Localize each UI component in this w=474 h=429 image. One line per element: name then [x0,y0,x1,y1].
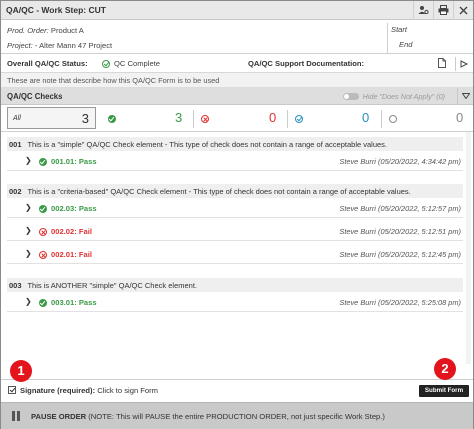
qa-checks-header: QA/QC Checks Hide "Does Not Apply" (0) [1,88,473,105]
check-item-signoff: Steve Burri (05/20/2022, 5:12:57 pm) [339,204,461,213]
check-group-text: This is a "criteria-based" QA/QC Check e… [27,187,411,196]
pass-status-icon [39,157,47,166]
check-item-signoff: Steve Burri (05/20/2022, 4:34:42 pm) [339,157,461,166]
counts-divider [193,110,194,128]
check-group-number: 003 [9,281,22,290]
check-item[interactable]: ❯ 001.01: Pass Steve Burri (05/20/2022, … [7,152,463,171]
check-item[interactable]: ❯ 002.02: Fail Steve Burri (05/20/2022, … [7,222,463,241]
check-group-header: 001 This is a "simple" QA/QC Check eleme… [7,137,463,151]
pause-order-label-bold: PAUSE ORDER [31,412,87,421]
check-item-label: 003.01: Pass [51,298,97,307]
signature-label[interactable]: Signature (required): Click to sign Form [20,386,158,395]
na-filter-icon[interactable] [389,114,397,123]
pause-order-note: (NOTE: This will PAUSE the entire PRODUC… [88,412,385,421]
check-group-header: 003 This is ANOTHER "simple" QA/QC Check… [7,278,463,292]
check-group-text: This is a "simple" QA/QC Check element -… [27,140,387,149]
expand-chevron-icon[interactable]: ❯ [25,249,32,258]
print-icon[interactable] [433,0,453,20]
signature-row: Signature (required): Click to sign Form… [1,381,473,400]
check-item[interactable]: ❯ 002.01: Fail Steve Burri (05/20/2022, … [7,245,463,264]
prod-order-label: Prod. Order: [7,26,49,35]
project-row: Project: - Alter Mann 47 Project [7,41,112,50]
filter-all-button[interactable]: All 3 [7,107,96,129]
signature-label-rest: Click to sign Form [97,386,158,395]
title-bar: QA/QC - Work Step: CUT [1,0,473,20]
fail-filter-icon[interactable] [201,114,209,123]
counts-divider [287,110,288,128]
na-count[interactable]: 0 [456,110,463,125]
qc-complete-icon [102,59,110,68]
expand-chevron-icon[interactable]: ❯ [25,297,32,306]
overall-status-value: QC Complete [114,59,161,68]
window-title: QA/QC - Work Step: CUT [6,5,106,15]
start-label: Start [391,25,408,34]
expand-chevron-icon[interactable]: ❯ [25,203,32,212]
callout-badge-2: 2 [434,358,456,380]
check-item-label: 002.01: Fail [51,250,92,259]
person-settings-icon[interactable] [413,0,433,20]
pause-order-button[interactable]: PAUSE ORDER (NOTE: This will PAUSE the e… [1,402,473,429]
filter-all-label: All [13,115,21,122]
qaqc-window: QA/QC - Work Step: CUT Prod. Order: Prod… [0,0,474,429]
hide-na-label: Hide "Does Not Apply" (0) [362,91,445,101]
signature-checkbox[interactable] [8,386,16,394]
project-label: Project: [7,41,33,50]
pass-count[interactable]: 3 [175,110,182,125]
overall-status-label: Overall QA/QC Status: [7,59,88,68]
counts-divider [381,110,382,128]
title-bar-icons [413,0,473,20]
filter-all-count: 3 [81,111,89,126]
fail-status-icon [39,227,47,236]
header-divider [387,23,388,53]
check-counts: All 3 3 0 0 0 [1,105,473,132]
callout-badge-1: 1 [10,360,32,382]
hide-na-toggle[interactable] [342,92,359,100]
fail-status-icon [39,250,47,259]
check-item[interactable]: ❯ 003.01: Pass Steve Burri (05/20/2022, … [7,293,463,312]
pass-filter-icon[interactable] [108,114,116,123]
list-scrollbar[interactable] [466,132,471,364]
support-doc-label: QA/QC Support Documentation: [248,59,365,68]
pass-status-icon [39,204,47,213]
submit-form-button[interactable]: Submit Form [419,385,469,397]
check-group-number: 001 [9,140,22,149]
form-note: These are note that describe how this QA… [1,73,473,88]
expand-chevron-icon[interactable]: ❯ [25,156,32,165]
pause-icon [12,411,20,421]
document-icon[interactable] [438,58,446,70]
qa-checks-collapse-button[interactable] [457,88,473,104]
check-group-text: This is ANOTHER "simple" QA/QC Check ele… [27,281,198,290]
support-doc-collapse-button[interactable] [455,57,471,71]
check-group-header: 002 This is a "criteria-based" QA/QC Che… [7,184,463,198]
verified-filter-icon[interactable] [295,114,303,123]
project-value: - Alter Mann 47 Project [34,41,113,50]
footer-divider [1,379,473,380]
order-header: Prod. Order: Product A Project: - Alter … [1,20,473,54]
fail-count[interactable]: 0 [269,110,276,125]
check-item-signoff: Steve Burri (05/20/2022, 5:25:08 pm) [339,298,461,307]
prod-order-row: Prod. Order: Product A [7,26,84,35]
verified-count[interactable]: 0 [362,110,369,125]
pause-order-label: PAUSE ORDER (NOTE: This will PAUSE the e… [31,412,385,421]
check-item-signoff: Steve Burri (05/20/2022, 5:12:45 pm) [339,250,461,259]
prod-order-value: Product A [50,26,84,35]
end-label: End [399,40,413,49]
check-item-label: 002.03: Pass [51,204,97,213]
check-item[interactable]: ❯ 002.03: Pass Steve Burri (05/20/2022, … [7,199,463,218]
expand-chevron-icon[interactable]: ❯ [25,226,32,235]
close-icon[interactable] [453,0,473,20]
qa-checks-title: QA/QC Checks [7,91,63,101]
signature-label-bold: Signature (required): [20,386,96,395]
check-item-label: 001.01: Pass [51,157,97,166]
status-row: Overall QA/QC Status: QC Complete QA/QC … [1,54,473,73]
checks-list: 001 This is a "simple" QA/QC Check eleme… [1,132,473,364]
check-item-label: 002.02: Fail [51,227,92,236]
check-item-signoff: Steve Burri (05/20/2022, 5:12:51 pm) [339,227,461,236]
pass-status-icon [39,298,47,307]
check-group-number: 002 [9,187,22,196]
